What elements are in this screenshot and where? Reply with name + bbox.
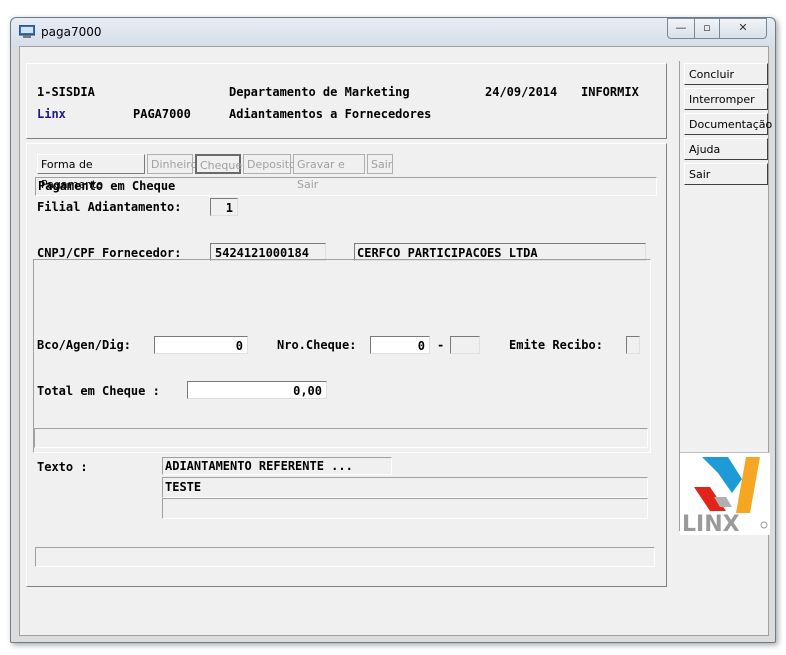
close-button[interactable]: ✕ [719, 18, 767, 39]
tab-bar: Forma de Pagamento Dinheiro Cheque Depos… [37, 154, 397, 191]
header-panel: 1-SISDIA Departamento de Marketing 24/09… [26, 63, 667, 139]
current-date: 24/09/2014 [485, 85, 558, 99]
window-title: paga7000 [41, 25, 102, 39]
tab-cheque[interactable]: Cheque [195, 154, 242, 174]
total-cheque-field[interactable]: 0,00 [187, 381, 327, 399]
linx-logo: LINX [680, 452, 770, 537]
bco-field[interactable]: 0 [154, 336, 248, 354]
texto-header: ADIANTAMENTO REFERENTE ... [162, 457, 392, 475]
sair-button[interactable]: Sair [684, 163, 768, 185]
screen-subtitle: Adiantamentos a Fornecedores [229, 107, 432, 121]
texto-line-1[interactable]: TESTE [162, 477, 648, 498]
documentacao-button[interactable]: Documentação [684, 113, 772, 135]
filial-field[interactable]: 1 [210, 198, 238, 216]
tab-forma-pagamento[interactable]: Forma de Pagamento [37, 154, 145, 191]
app-window-icon [19, 25, 35, 38]
ajuda-button[interactable]: Ajuda [684, 138, 768, 160]
texto-line-2[interactable] [162, 498, 648, 519]
bco-label: Bco/Agen/Dig: [37, 338, 131, 352]
tab-deposito[interactable]: Deposito [243, 154, 296, 174]
bottom-status-line [35, 547, 655, 567]
filial-label: Filial Adiantamento: [37, 200, 182, 214]
close-icon: ✕ [738, 21, 748, 34]
cnpj-label: CNPJ/CPF Fornecedor: [37, 246, 182, 260]
concluir-button[interactable]: Concluir [684, 63, 768, 85]
nro-cheque-digit-field[interactable] [450, 336, 480, 354]
status-line [34, 428, 648, 448]
database-name: INFORMIX [581, 85, 639, 99]
interromper-button[interactable]: Interromper [684, 88, 768, 110]
company-name: Linx [37, 107, 66, 121]
maximize-button[interactable]: ▫ [694, 18, 720, 39]
title-bar[interactable]: paga7000 — ▫ ✕ [11, 18, 775, 46]
tab-dinheiro[interactable]: Dinheiro [147, 154, 197, 174]
nro-cheque-field[interactable]: 0 [370, 336, 430, 354]
nro-cheque-separator: - [437, 338, 445, 352]
section-title: Pagamento em Cheque [35, 177, 657, 196]
total-label: Total em Cheque : [37, 384, 160, 398]
tab-gravar-sair[interactable]: Gravar e Sair [293, 154, 365, 191]
window-client-area: 1-SISDIA Departamento de Marketing 24/09… [19, 46, 772, 636]
window-controls: — ▫ ✕ [667, 18, 775, 39]
linx-logo-icon: LINX [682, 457, 768, 537]
form-panel: Forma de Pagamento Dinheiro Cheque Depos… [26, 143, 667, 587]
minimize-icon: — [675, 21, 687, 34]
svg-text:LINX: LINX [682, 512, 740, 535]
application-window: paga7000 — ▫ ✕ 1-SISDIA Departamento de … [10, 17, 776, 643]
emite-recibo-label: Emite Recibo: [509, 338, 603, 352]
system-name: 1-SISDIA [37, 85, 95, 99]
texto-label: Texto : [37, 460, 88, 474]
program-code: PAGA7000 [133, 107, 191, 121]
emite-recibo-checkbox[interactable] [626, 336, 640, 354]
tab-sair[interactable]: Sair [367, 154, 393, 174]
maximize-icon: ▫ [703, 21, 711, 34]
department-name: Departamento de Marketing [229, 85, 410, 99]
cheque-group: Bco/Agen/Dig: 0 Nro.Cheque: 0 - Emite Re… [33, 259, 651, 453]
minimize-button[interactable]: — [667, 18, 695, 39]
nro-cheque-label: Nro.Cheque: [277, 338, 357, 352]
